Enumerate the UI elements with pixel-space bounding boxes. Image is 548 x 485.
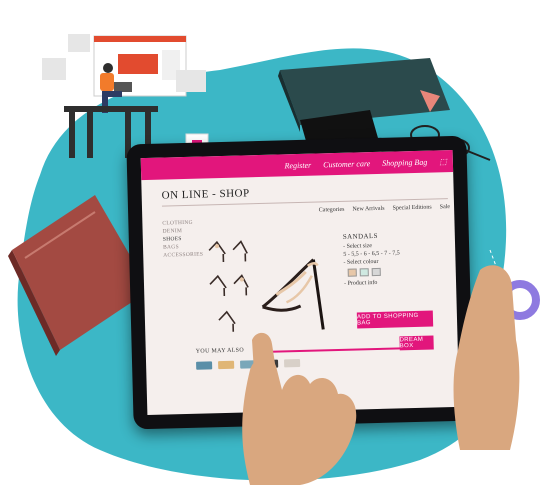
nav-categories[interactable]: Categories — [319, 207, 345, 214]
sidebar-item-accessories[interactable]: ACCESSORIES — [163, 251, 203, 260]
sidebar: CLOTHING DENIM SHOES BAGS ACCESSORIES — [162, 219, 203, 260]
customer-care-link[interactable]: Customer care — [323, 159, 370, 169]
select-colour-label[interactable]: - Select colour — [343, 257, 400, 266]
swatch-grey[interactable] — [371, 267, 381, 277]
swatch-mint[interactable] — [359, 268, 369, 277]
add-to-bag-button[interactable]: ADD TO SHOPPING BAG — [356, 310, 434, 329]
hand-image — [242, 332, 357, 485]
product-name: SANDALS — [342, 231, 379, 241]
register-link[interactable]: Register — [284, 160, 311, 170]
swatch-beige[interactable] — [347, 268, 357, 277]
shop-title: ON LINE - SHOP — [161, 187, 250, 202]
nav-new-arrivals[interactable]: New Arrivals — [352, 206, 384, 213]
bag-icon[interactable]: ⬚ — [439, 157, 447, 166]
product-details: SANDALS - Select size 5 - 5,5 - 6 - 6,5 … — [343, 231, 401, 287]
recommendation-item[interactable] — [196, 361, 213, 370]
hand-image — [453, 265, 520, 450]
product-info-label[interactable]: - Product info — [344, 278, 401, 287]
sandal-image — [261, 258, 325, 330]
nav-sale[interactable]: Sale — [440, 204, 450, 210]
nav-special-editions[interactable]: Special Editions — [393, 205, 432, 212]
colour-swatches — [347, 267, 401, 277]
category-nav: Categories New Arrivals Special Editions… — [319, 204, 450, 213]
shopping-bag-link[interactable]: Shopping Bag — [382, 157, 427, 167]
